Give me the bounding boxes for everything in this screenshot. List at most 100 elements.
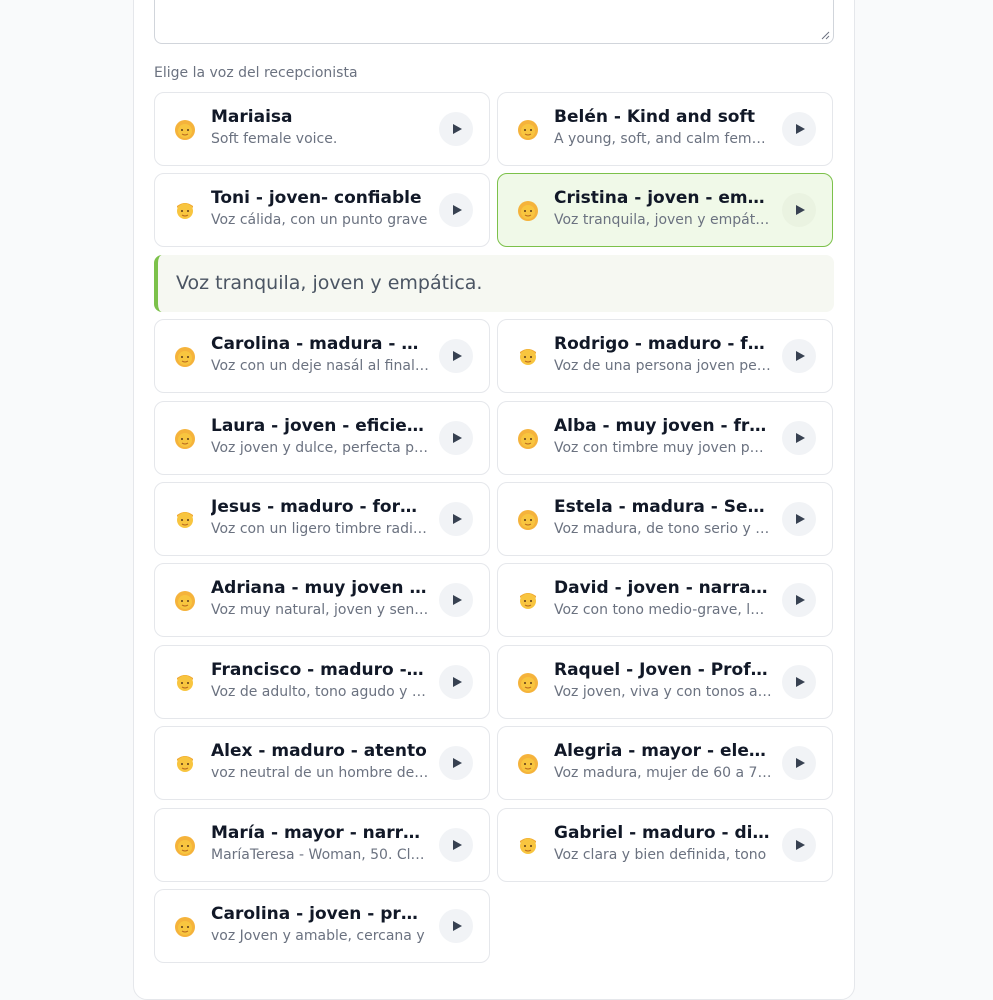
voice-description: Voz muy natural, joven y sencilla [211,602,429,618]
voice-name: Alba - muy joven - fresca [554,416,772,436]
play-icon [792,836,806,855]
voice-section-label: Elige la voz del recepcionista [154,65,358,81]
voice-option-card[interactable]: Francisco - maduro - directo Voz de adult… [154,645,490,719]
play-preview-button[interactable] [782,339,816,373]
play-icon [792,429,806,448]
play-preview-button[interactable] [782,746,816,780]
male-avatar-icon [173,670,197,694]
voice-description: Voz con un ligero timbre radiofónico [211,521,429,537]
voice-option-card[interactable]: David - joven - narrador Voz con tono med… [497,563,833,637]
play-icon [792,591,806,610]
male-avatar-icon [516,344,540,368]
male-avatar-icon [173,507,197,531]
prompt-textarea[interactable] [154,0,834,44]
voice-option-card[interactable]: Alegria - mayor - elegante Voz madura, mu… [497,726,833,800]
voice-description: Voz de una persona joven pero madura [554,358,772,374]
play-preview-button[interactable] [439,746,473,780]
voice-option-card[interactable]: Mariaisa Soft female voice. [154,92,490,166]
voice-option-card[interactable]: María - mayor - narradora MaríaTeresa - W… [154,808,490,882]
voice-option-card[interactable]: Jesus - maduro - formal Voz con un ligero… [154,482,490,556]
voice-option-card[interactable]: Gabriel - maduro - dinámico Voz clara y b… [497,808,833,882]
voice-name: David - joven - narrador [554,578,772,598]
play-icon [449,347,463,366]
play-preview-button[interactable] [439,583,473,617]
play-preview-button[interactable] [439,665,473,699]
voice-option-card[interactable]: Carolina - madura - Dinámica Voz con un d… [154,319,490,393]
voice-description: Voz madura, mujer de 60 a 70 años [554,765,772,781]
play-preview-button[interactable] [782,502,816,536]
voice-description: Voz clara y bien definida, tono [554,847,767,863]
voice-name: Carolina - madura - Dinámica [211,334,429,354]
play-preview-button[interactable] [782,583,816,617]
voice-description: Voz cálida, con un punto grave [211,212,428,228]
voice-name: Gabriel - maduro - dinámico [554,823,772,843]
voice-option-card[interactable]: Rodrigo - maduro - formal Voz de una pers… [497,319,833,393]
voice-name: Adriana - muy joven - alegre [211,578,429,598]
play-icon [449,673,463,692]
female-avatar-icon [516,117,540,141]
voice-option-card[interactable]: Raquel - Joven - Profesional Voz joven, v… [497,645,833,719]
male-avatar-icon [516,833,540,857]
voice-option-card[interactable]: Adriana - muy joven - alegre Voz muy natu… [154,563,490,637]
play-preview-button[interactable] [782,112,816,146]
play-icon [792,754,806,773]
voice-option-card[interactable]: Carolina - joven - profesional voz Joven … [154,889,490,963]
voice-description: Voz de adulto, tono agudo y rítmico [211,684,429,700]
voice-description: Voz con timbre muy joven pero [554,440,772,456]
play-icon [449,836,463,855]
voice-name: Toni - joven- confiable [211,188,422,208]
play-preview-button[interactable] [782,193,816,227]
male-avatar-icon [173,751,197,775]
voice-name: Laura - joven - eficiente [211,416,429,436]
voice-name: Estela - madura - Seria [554,497,772,517]
play-preview-button[interactable] [439,421,473,455]
voice-option-card[interactable]: Alba - muy joven - fresca Voz con timbre … [497,401,833,475]
voice-name: Rodrigo - maduro - formal [554,334,772,354]
voice-option-card[interactable]: Toni - joven- confiable Voz cálida, con u… [154,173,490,247]
play-preview-button[interactable] [439,502,473,536]
resize-handle-icon[interactable] [821,31,830,40]
voice-description: Voz tranquila, joven y empática. [554,212,772,228]
female-avatar-icon [173,344,197,368]
voice-option-card[interactable]: Belén - Kind and soft A young, soft, and … [497,92,833,166]
female-avatar-icon [173,833,197,857]
selected-voice-description-text: Voz tranquila, joven y empática. [176,272,483,294]
voice-name: Cristina - joven - empatía [554,188,772,208]
play-icon [792,201,806,220]
female-avatar-icon [173,426,197,450]
play-preview-button[interactable] [439,193,473,227]
voice-name: Belén - Kind and soft [554,107,756,127]
voice-option-card[interactable]: Alex - maduro - atento voz neutral de un … [154,726,490,800]
female-avatar-icon [173,117,197,141]
voice-description: Voz con tono medio-grave, locutor [554,602,772,618]
voice-description: A young, soft, and calm female voice. [554,131,772,147]
voice-name: Carolina - joven - profesional [211,904,429,924]
play-preview-button[interactable] [439,909,473,943]
play-icon [792,347,806,366]
voice-description: voz Joven y amable, cercana y [211,928,425,944]
voice-description: Voz con un deje nasál al finalizar [211,358,429,374]
voice-name: María - mayor - narradora [211,823,429,843]
voice-option-card[interactable]: Cristina - joven - empatía Voz tranquila,… [497,173,833,247]
play-preview-button[interactable] [782,665,816,699]
voice-option-card[interactable]: Estela - madura - Seria Voz madura, de to… [497,482,833,556]
play-icon [449,510,463,529]
play-icon [449,429,463,448]
voice-option-card[interactable]: Laura - joven - eficiente Voz joven y dul… [154,401,490,475]
play-icon [449,591,463,610]
female-avatar-icon [516,751,540,775]
voice-name: Alex - maduro - atento [211,741,427,761]
play-preview-button[interactable] [782,421,816,455]
voice-description: Voz joven, viva y con tonos agudos [554,684,772,700]
play-icon [792,510,806,529]
play-icon [449,120,463,139]
female-avatar-icon [516,198,540,222]
play-preview-button[interactable] [439,112,473,146]
play-icon [449,201,463,220]
play-preview-button[interactable] [439,828,473,862]
play-icon [792,673,806,692]
female-avatar-icon [516,670,540,694]
play-preview-button[interactable] [782,828,816,862]
play-preview-button[interactable] [439,339,473,373]
voice-description: voz neutral de un hombre de mediana [211,765,429,781]
